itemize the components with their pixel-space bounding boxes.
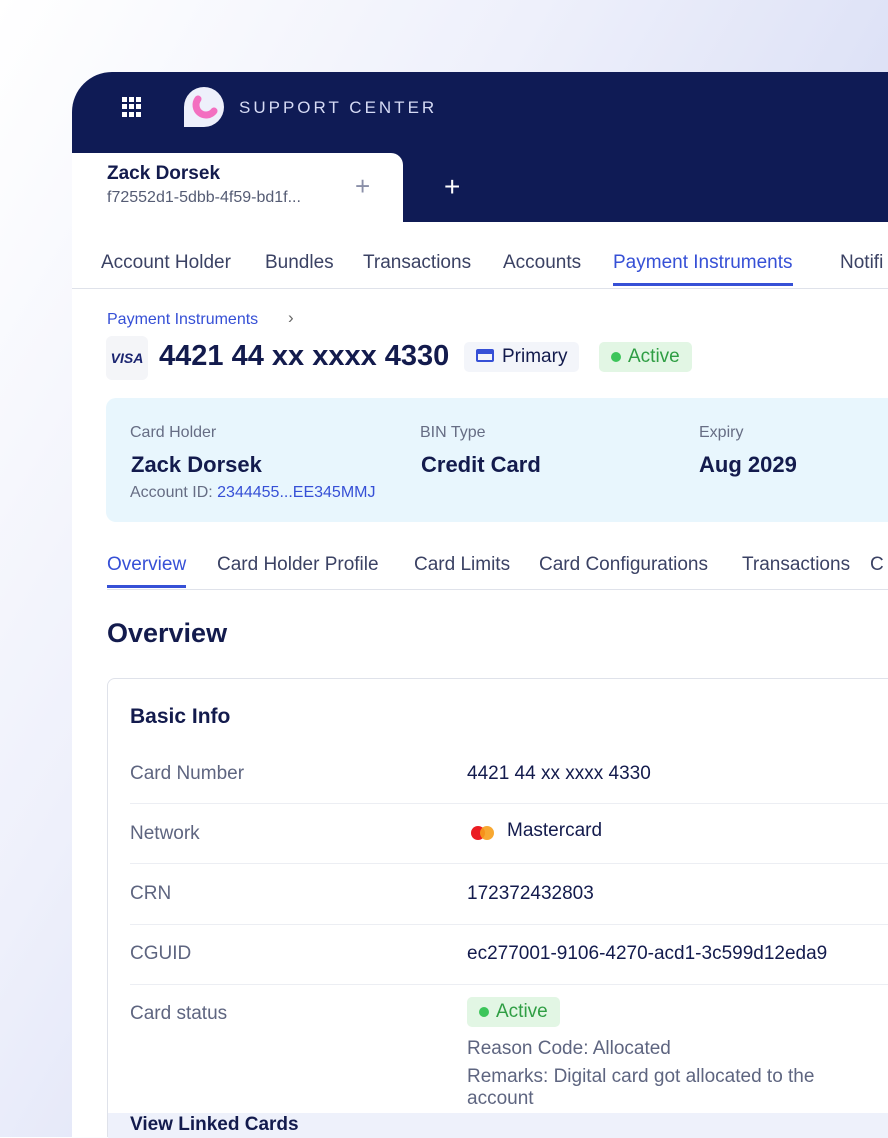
logo-icon: [184, 87, 224, 127]
network-value: Mastercard: [507, 820, 603, 841]
row-divider: [130, 863, 888, 864]
status-label: Active: [628, 346, 680, 367]
credit-card-icon: [476, 349, 494, 362]
card-status-badge: Active: [467, 997, 560, 1027]
remarks: Remarks: Digital card got allocated to t…: [467, 1066, 815, 1109]
bin-type-value: Credit Card: [421, 452, 541, 477]
card-holder-value: Zack Dorsek: [131, 452, 262, 477]
chevron-right-icon: ›: [288, 308, 294, 327]
brand-title: SUPPORT CENTER: [239, 98, 438, 117]
nav-accounts[interactable]: Accounts: [503, 252, 581, 274]
row-divider: [130, 984, 888, 985]
nav-notifications[interactable]: Notifi: [840, 252, 883, 274]
nav-account-holder[interactable]: Account Holder: [101, 252, 231, 274]
basic-info-title: Basic Info: [130, 705, 231, 728]
expiry-label: Expiry: [699, 424, 744, 441]
network-label: Network: [130, 823, 200, 844]
nav-payment-instruments[interactable]: Payment Instruments: [613, 252, 793, 286]
session-tab-name: Zack Dorsek: [107, 163, 221, 184]
crn-value: 172372432803: [467, 883, 594, 904]
subtab-card-configurations[interactable]: Card Configurations: [539, 554, 708, 576]
row-divider: [130, 924, 888, 925]
bin-type-label: BIN Type: [420, 424, 486, 441]
card-number-title: 4421 44 xx xxxx 4330: [159, 340, 450, 372]
top-bar: SUPPORT CENTER Zack Dorsek f72552d1-5dbb…: [72, 72, 888, 222]
nav-divider: [72, 288, 888, 289]
visa-logo: VISA: [106, 336, 148, 380]
apps-grid-icon[interactable]: [122, 97, 142, 117]
subtab-card-holder-profile[interactable]: Card Holder Profile: [217, 554, 379, 576]
mastercard-icon: [470, 825, 496, 846]
status-dot-icon: [479, 1007, 489, 1017]
expiry-value: Aug 2029: [699, 452, 797, 477]
linked-cards-footer: View Linked Cards: [108, 1113, 888, 1138]
status-badge: Active: [599, 342, 692, 372]
card-number-label: Card Number: [130, 763, 245, 784]
card-holder-label: Card Holder: [130, 424, 217, 441]
nav-transactions[interactable]: Transactions: [363, 252, 471, 274]
cguid-value: ec277001-9106-4270-acd1-3c599d12eda9: [467, 943, 828, 964]
card-status-label: Card status: [130, 1003, 228, 1024]
basic-info-card: Basic Info Card Number 4421 44 xx xxxx 4…: [107, 678, 888, 1138]
view-linked-cards-link[interactable]: View Linked Cards: [130, 1115, 299, 1135]
subtab-divider: [107, 589, 888, 590]
card-status-value: Active: [496, 1001, 548, 1022]
primary-label: Primary: [502, 346, 568, 367]
subtab-card-limits[interactable]: Card Limits: [414, 554, 510, 576]
tab-plus-icon[interactable]: +: [355, 171, 370, 202]
row-divider: [130, 803, 888, 804]
session-tab-id: f72552d1-5dbb-4f59-bd1f...: [107, 189, 301, 206]
card-number-value: 4421 44 xx xxxx 4330: [467, 763, 651, 784]
primary-badge: Primary: [464, 342, 580, 372]
app-window: SUPPORT CENTER Zack Dorsek f72552d1-5dbb…: [72, 72, 888, 1138]
subtab-more[interactable]: C: [870, 554, 884, 576]
card-summary-panel: Card Holder Zack Dorsek Account ID: 2344…: [106, 398, 888, 522]
cguid-label: CGUID: [130, 943, 192, 964]
account-id-label: Account ID:: [130, 484, 213, 501]
subtab-transactions[interactable]: Transactions: [742, 554, 850, 576]
breadcrumb-link[interactable]: Payment Instruments: [107, 311, 258, 329]
crn-label: CRN: [130, 883, 172, 904]
subtab-overview[interactable]: Overview: [107, 554, 187, 588]
account-id-link[interactable]: 2344455...EE345MMJ: [217, 484, 375, 501]
section-title: Overview: [107, 618, 228, 648]
status-dot-icon: [611, 352, 621, 362]
reason-code: Reason Code: Allocated: [467, 1038, 671, 1059]
session-tab[interactable]: Zack Dorsek f72552d1-5dbb-4f59-bd1f... +: [72, 153, 403, 222]
nav-bundles[interactable]: Bundles: [265, 252, 334, 274]
new-tab-plus-icon[interactable]: +: [444, 171, 460, 203]
